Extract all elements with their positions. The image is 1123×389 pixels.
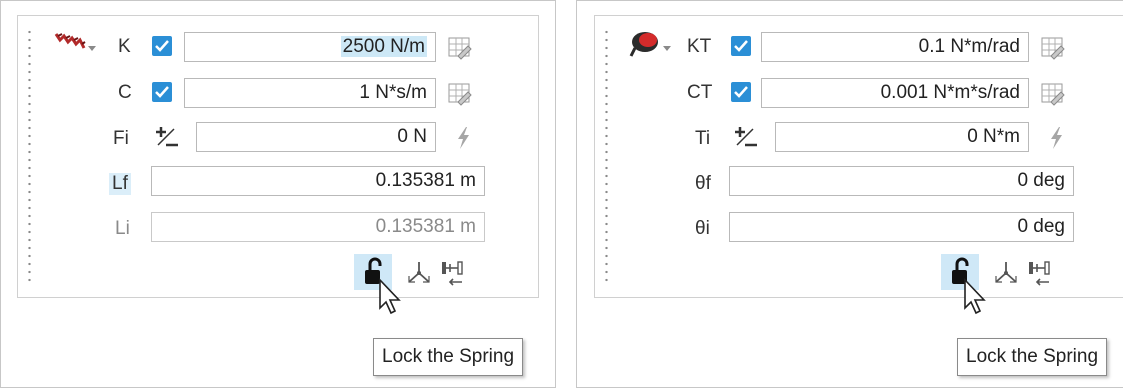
lf-value-field[interactable]: 0.135381 m — [151, 166, 485, 196]
spring-properties-card: K 2500 N/m C 1 N*s/m Fi 0 N Lf 0.135381 — [17, 15, 539, 315]
label-theta-i: θi — [695, 218, 710, 239]
lightning-icon[interactable] — [454, 126, 472, 155]
ti-value-field[interactable]: 0 N*m — [775, 122, 1029, 152]
plus-minus-icon[interactable] — [152, 124, 180, 155]
edit-table-icon[interactable] — [1041, 82, 1065, 111]
li-value-field: 0.135381 m — [151, 212, 485, 242]
theta-f-value-field[interactable]: 0 deg — [729, 166, 1074, 196]
kt-checkbox[interactable] — [731, 36, 751, 56]
fi-value-field[interactable]: 0 N — [196, 122, 436, 152]
kt-value-field[interactable]: 0.1 N*m/rad — [761, 32, 1029, 62]
triad-icon[interactable] — [406, 260, 432, 291]
k-value: 2500 N/m — [340, 36, 427, 57]
k-checkbox[interactable] — [152, 36, 172, 56]
connect-ends-icon[interactable] — [440, 258, 468, 293]
drag-handle[interactable] — [28, 28, 31, 286]
plus-minus-icon[interactable] — [731, 124, 759, 155]
tooltip: Lock the Spring — [373, 338, 524, 376]
label-lf: Lf — [109, 173, 131, 195]
ct-value-field[interactable]: 0.001 N*m*s/rad — [761, 78, 1029, 108]
label-ti: Ti — [695, 128, 711, 149]
theta-i-value-field[interactable]: 0 deg — [729, 212, 1074, 242]
torsion-spring-icon[interactable] — [627, 28, 679, 63]
mouse-cursor-icon — [957, 277, 987, 327]
label-theta-f: θf — [695, 173, 711, 194]
label-fi: Fi — [113, 128, 129, 149]
lightning-icon[interactable] — [1047, 126, 1065, 155]
c-value-field[interactable]: 1 N*s/m — [184, 78, 436, 108]
connect-ends-icon[interactable] — [1027, 258, 1055, 293]
mouse-cursor-icon — [372, 277, 402, 327]
label-li: Li — [115, 218, 130, 239]
label-k: K — [118, 36, 131, 57]
tooltip: Lock the Spring — [957, 338, 1108, 376]
edit-table-icon[interactable] — [1041, 36, 1065, 65]
triad-icon[interactable] — [993, 260, 1019, 291]
torsion-spring-panel: KT 0.1 N*m/rad CT 0.001 N*m*s/rad Ti 0 N… — [576, 0, 1123, 388]
ct-checkbox[interactable] — [731, 82, 751, 102]
label-c: C — [118, 82, 132, 103]
c-checkbox[interactable] — [152, 82, 172, 102]
spring-properties-card: KT 0.1 N*m/rad CT 0.001 N*m*s/rad Ti 0 N… — [594, 15, 1123, 315]
k-value-field[interactable]: 2500 N/m — [184, 32, 436, 62]
edit-table-icon[interactable] — [448, 36, 472, 65]
edit-table-icon[interactable] — [448, 82, 472, 111]
label-kt: KT — [687, 36, 712, 57]
linear-spring-icon[interactable] — [52, 30, 102, 61]
drag-handle[interactable] — [605, 28, 608, 286]
linear-spring-panel: K 2500 N/m C 1 N*s/m Fi 0 N Lf 0.135381 — [0, 0, 556, 388]
label-ct: CT — [687, 82, 713, 103]
